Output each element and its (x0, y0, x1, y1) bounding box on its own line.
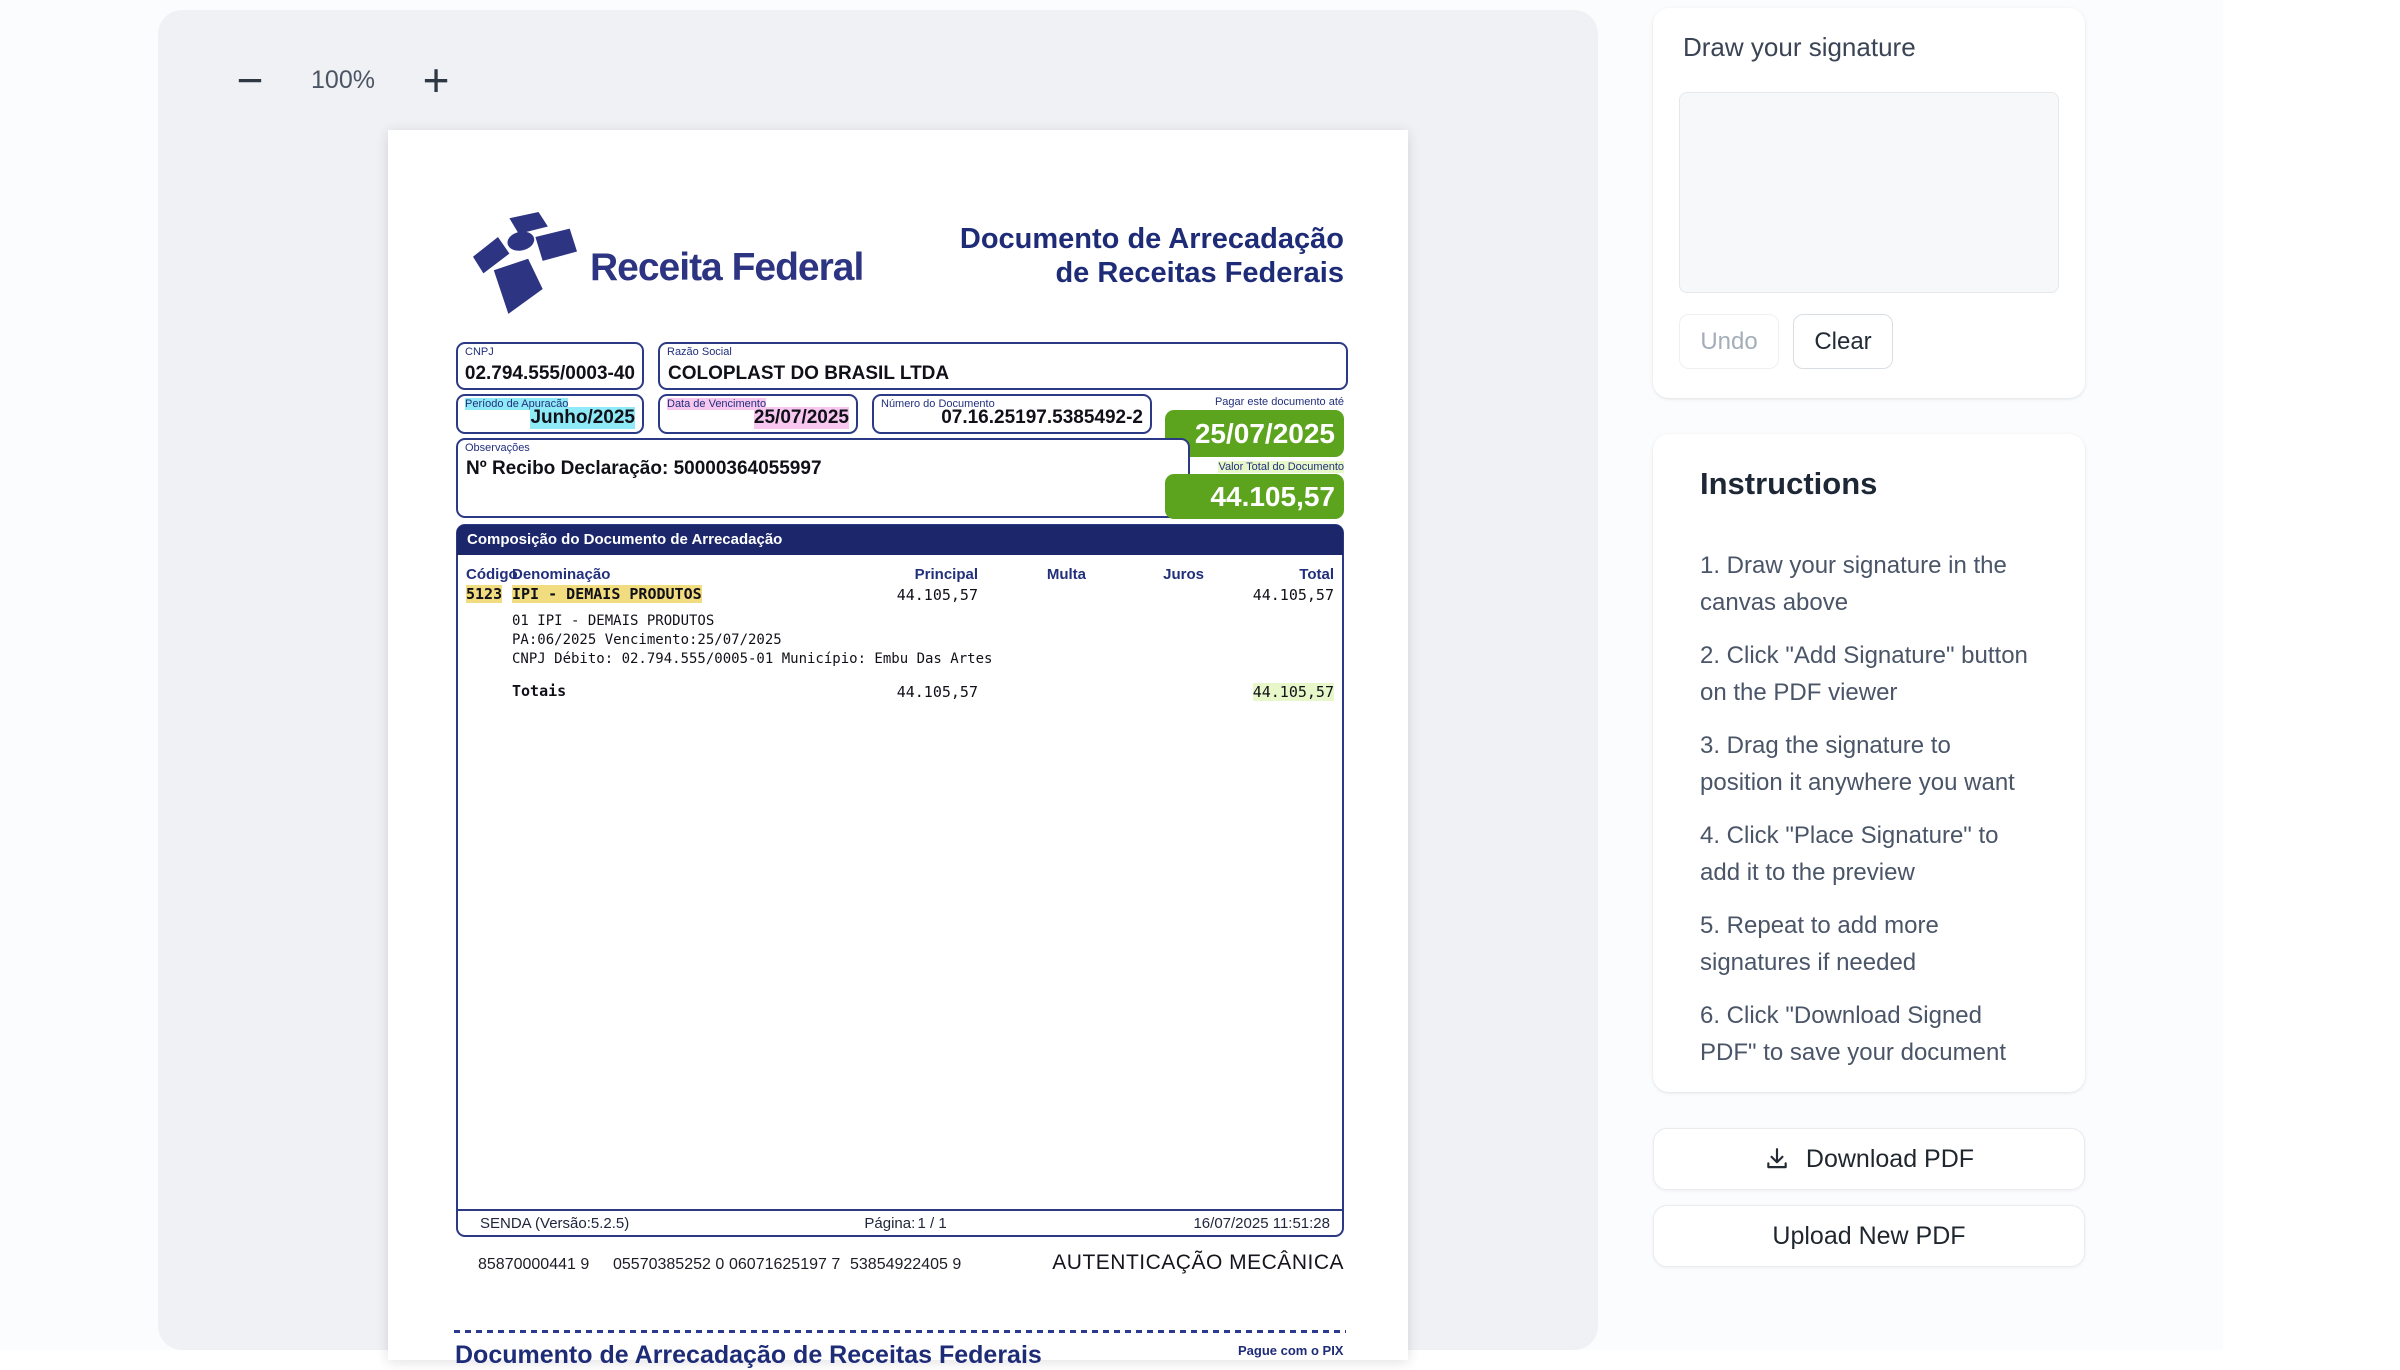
field-cnpj: CNPJ 02.794.555/0003-40 (456, 342, 644, 390)
zoom-out-button[interactable]: − (218, 48, 282, 112)
field-observacoes-label: Observações (465, 442, 530, 454)
field-razao-social: Razão Social COLOPLAST DO BRASIL LTDA (658, 342, 1348, 390)
signature-card-title: Draw your signature (1683, 32, 1916, 63)
document-title-line1: Documento de Arrecadação (960, 222, 1344, 256)
barcode-number: 06071625197 7 (729, 1256, 840, 1274)
receita-federal-logo (466, 212, 584, 316)
row-total: 44.105,57 (1253, 586, 1334, 604)
zoom-out-icon: − (237, 53, 264, 107)
document-title-line2: de Receitas Federais (960, 256, 1344, 290)
field-observacoes: Observações Nº Recibo Declaração: 500003… (456, 438, 1190, 518)
totals-total: 44.105,57 (1253, 683, 1334, 701)
zoom-in-button[interactable]: + (404, 48, 468, 112)
clear-button[interactable]: Clear (1793, 314, 1893, 369)
composition-table-title: Composição do Documento de Arrecadação (457, 525, 1343, 555)
col-header-codigo: Código (466, 566, 518, 583)
pdf-viewer-panel: − 100% + Receita Federal Documento de Ar… (158, 10, 1598, 1350)
upload-new-pdf-button[interactable]: Upload New PDF (1653, 1205, 2085, 1267)
barcode-number: 85870000441 9 (478, 1256, 589, 1274)
valor-total-label: Valor Total do Documento (1218, 461, 1344, 473)
col-header-denominacao: Denominação (512, 566, 610, 583)
row-codigo: 5123 (466, 585, 502, 603)
signature-canvas[interactable] (1679, 92, 2059, 293)
row-detail-line: CNPJ Débito: 02.794.555/0005-01 Municípi… (512, 651, 992, 667)
undo-button[interactable]: Undo (1679, 314, 1779, 369)
col-header-total: Total (1299, 566, 1334, 583)
row-denominacao: IPI - DEMAIS PRODUTOS (512, 585, 702, 603)
next-copy-pix-label: Pague com o PIX (1238, 1343, 1343, 1358)
page-footer: SENDA (Versão:5.2.5) Página: 1 / 1 16/07… (458, 1209, 1342, 1235)
col-header-juros: Juros (1163, 566, 1204, 583)
download-pdf-label: Download PDF (1806, 1145, 1974, 1174)
instructions-title: Instructions (1700, 466, 1877, 502)
instruction-step: 6. Click "Download Signed PDF" to save y… (1700, 997, 2032, 1071)
barcode-number: 53854922405 9 (850, 1256, 961, 1274)
instruction-step: 2. Click "Add Signature" button on the P… (1700, 637, 2032, 711)
brand-name: Receita Federal (590, 246, 863, 290)
col-header-multa: Multa (1047, 566, 1086, 583)
footer-page-label: Página: (864, 1215, 915, 1232)
pdf-page: Receita Federal Documento de Arrecadação… (388, 130, 1408, 1360)
field-vencimento-value: 25/07/2025 (754, 407, 849, 429)
row-detail-line: 01 IPI - DEMAIS PRODUTOS (512, 613, 714, 629)
clear-button-label: Clear (1814, 328, 1871, 356)
footer-page-value: 1 / 1 (918, 1215, 947, 1232)
undo-button-label: Undo (1700, 328, 1757, 356)
instruction-step: 3. Drag the signature to position it any… (1700, 727, 2032, 801)
row-principal: 44.105,57 (897, 586, 978, 604)
totals-principal: 44.105,57 (897, 683, 978, 701)
field-periodo-value: Junho/2025 (530, 407, 635, 429)
footer-app-version: SENDA (Versão:5.2.5) (480, 1215, 629, 1232)
col-header-principal: Principal (915, 566, 978, 583)
download-icon (1764, 1146, 1790, 1172)
tear-off-dashed-line (454, 1330, 1346, 1333)
zoom-in-icon: + (423, 53, 450, 107)
pagar-ate-label: Pagar este documento até (1215, 396, 1344, 408)
document-title: Documento de Arrecadação de Receitas Fed… (960, 222, 1344, 290)
field-data-vencimento: Data de Vencimento 25/07/2025 (658, 394, 858, 434)
authentication-label: AUTENTICAÇÃO MECÂNICA (1052, 1251, 1344, 1275)
field-numero-value: 07.16.25197.5385492-2 (941, 407, 1143, 429)
field-cnpj-label: CNPJ (465, 346, 494, 358)
composition-table: Composição do Documento de Arrecadação C… (456, 524, 1344, 1237)
instruction-step: 5. Repeat to add more signatures if need… (1700, 907, 2032, 981)
field-numero-documento: Número do Documento 07.16.25197.5385492-… (872, 394, 1152, 434)
instruction-step: 1. Draw your signature in the canvas abo… (1700, 547, 2032, 621)
row-detail-line: PA:06/2025 Vencimento:25/07/2025 (512, 632, 782, 648)
field-cnpj-value: 02.794.555/0003-40 (465, 363, 635, 385)
download-pdf-button[interactable]: Download PDF (1653, 1128, 2085, 1190)
totals-label: Totais (512, 682, 566, 700)
instructions-card: Instructions 1. Draw your signature in t… (1653, 434, 2085, 1092)
field-vencimento-label: Data de Vencimento (667, 398, 766, 410)
valor-total-value: 44.105,57 (1165, 474, 1344, 519)
field-observacoes-value: Nº Recibo Declaração: 50000364055997 (466, 458, 822, 480)
footer-datetime: 16/07/2025 11:51:28 (1193, 1215, 1330, 1232)
field-razao-social-label: Razão Social (667, 346, 732, 358)
signature-card: Draw your signature Undo Clear (1653, 8, 2085, 398)
upload-new-pdf-label: Upload New PDF (1772, 1222, 1965, 1251)
pagar-ate-value: 25/07/2025 (1165, 410, 1344, 457)
barcode-number: 05570385252 0 (613, 1256, 724, 1274)
field-razao-social-value: COLOPLAST DO BRASIL LTDA (668, 363, 949, 385)
instruction-step: 4. Click "Place Signature" to add it to … (1700, 817, 2032, 891)
field-periodo-apuracao: Período de Apuração Junho/2025 (456, 394, 644, 434)
next-copy-title: Documento de Arrecadação de Receitas Fed… (455, 1341, 1042, 1370)
zoom-level-label: 100% (282, 48, 404, 112)
